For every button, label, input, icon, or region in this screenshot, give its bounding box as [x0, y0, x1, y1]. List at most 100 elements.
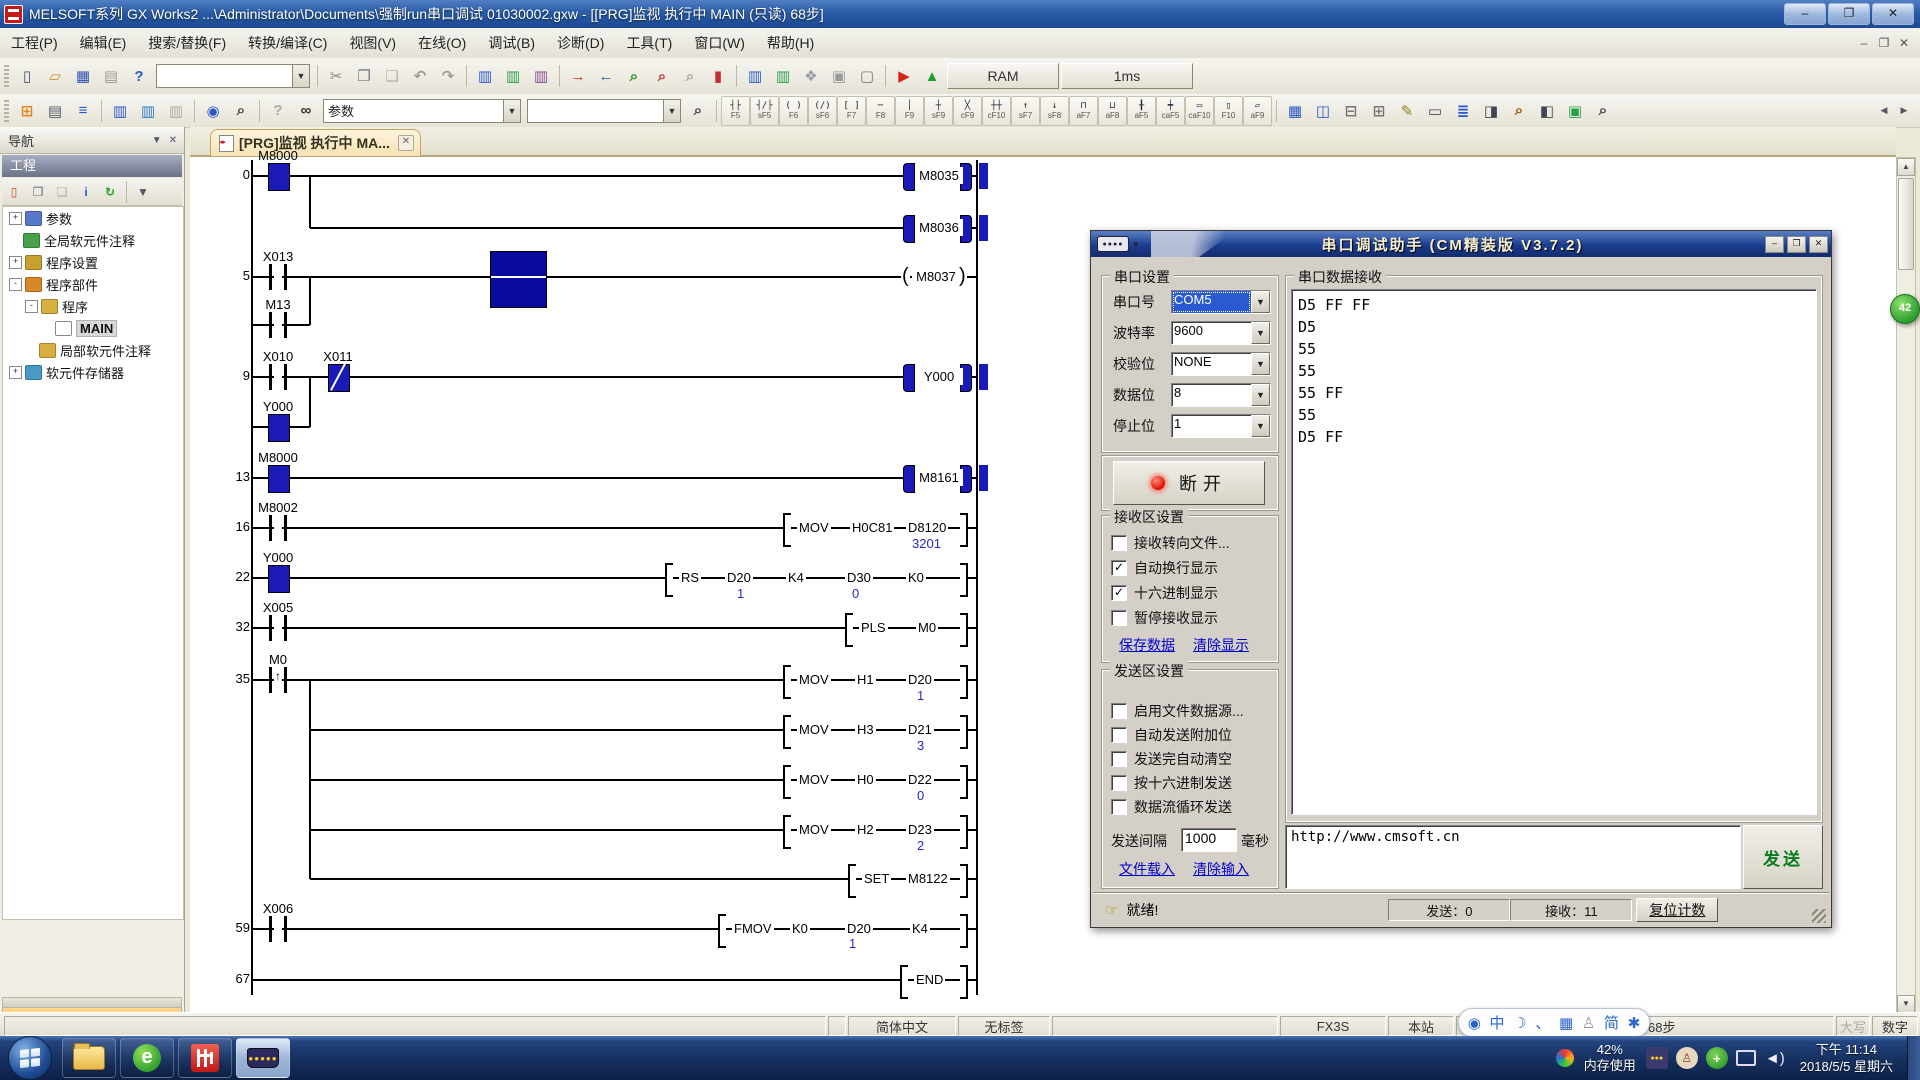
fkey-sF5-button[interactable]: ┤/├sF5 [750, 96, 779, 126]
tray-volume-icon[interactable]: ◄) [1764, 1047, 1786, 1069]
expand-icon[interactable]: + [9, 256, 22, 269]
screen-icon[interactable]: ▢ [854, 63, 880, 89]
new-project-icon[interactable]: ▯ [14, 63, 40, 89]
collapse-icon[interactable]: - [25, 300, 38, 313]
chevron-down-icon[interactable]: ▼ [1251, 353, 1270, 375]
send-input[interactable]: http://www.cmsoft.cn [1285, 825, 1741, 889]
device-search-icon[interactable]: ⌕ [228, 98, 254, 124]
collapse-icon[interactable]: - [9, 278, 22, 291]
tray-user-icon[interactable]: ♙ [1676, 1047, 1698, 1069]
checkbox-接收转向文件...[interactable]: 接收转向文件... [1111, 533, 1230, 553]
fkey-F7-button[interactable]: [ ]F7 [837, 96, 866, 126]
expand-icon[interactable]: + [9, 212, 22, 225]
menu-item-3[interactable]: 转换/编译(C) [237, 29, 338, 57]
chevron-down-icon[interactable]: ▼ [503, 100, 520, 122]
checkbox-数据流循环发送[interactable]: 数据流循环发送 [1111, 797, 1232, 817]
checkbox-icon[interactable] [1111, 610, 1127, 626]
edit-tool-icon-8[interactable]: ⌕ [1506, 98, 1532, 124]
menu-item-1[interactable]: 编辑(E) [69, 29, 138, 57]
quick-find-combo[interactable]: ▼ [156, 64, 310, 88]
resize-grip[interactable] [1812, 909, 1826, 923]
edit-tool-icon-7[interactable]: ◨ [1478, 98, 1504, 124]
serial-minimize-button[interactable]: ‒ [1765, 236, 1784, 253]
tab-close-icon[interactable]: ✕ [398, 135, 414, 151]
checkbox-自动换行显示[interactable]: ✓自动换行显示 [1111, 558, 1218, 578]
show-desktop-button[interactable] [1907, 1036, 1920, 1080]
edit-tool-icon-5[interactable]: ▭ [1422, 98, 1448, 124]
monitor-block-icon[interactable]: ▮ [705, 63, 731, 89]
checkbox-checked-icon[interactable]: ✓ [1111, 585, 1127, 601]
reset-count-button[interactable]: 复位计数 [1636, 898, 1718, 922]
fkey-cF10-button[interactable]: ┼┼cF10 [982, 96, 1011, 126]
edit-tool-icon-11[interactable]: ⌕ [1590, 98, 1616, 124]
checkbox-启用文件数据源...[interactable]: 启用文件数据源... [1111, 701, 1244, 721]
restore-button[interactable]: ❐ [1828, 3, 1870, 25]
device-display-icon[interactable]: ◉ [200, 98, 226, 124]
write-to-plc-icon[interactable]: → [565, 63, 591, 89]
checkbox-icon[interactable] [1111, 775, 1127, 791]
link-load-file[interactable]: 文件载入 [1119, 859, 1175, 879]
document-tab[interactable]: [PRG]监视 执行中 MA... ✕ [210, 129, 421, 156]
chevron-down-icon[interactable]: ▼ [1251, 291, 1270, 313]
serial-debug-window[interactable]: ●●●● ▼ 串口调试助手 (CM精装版 V3.7.2) ‒❐✕ 串口设置串口号… [1090, 230, 1832, 928]
monitor-stop-icon[interactable]: ⌕ [649, 63, 675, 89]
tree-item-软元件存储器[interactable]: +软元件存储器 [3, 361, 183, 383]
window-tile-icon[interactable]: ▣ [826, 63, 852, 89]
combo-数据位[interactable]: 8▼ [1171, 383, 1271, 407]
edit-tool-icon-9[interactable]: ◧ [1534, 98, 1560, 124]
send-button[interactable]: 发送 [1743, 825, 1823, 889]
ime-punct-icon[interactable]: 、 [1535, 1012, 1550, 1033]
fkey-cF9-button[interactable]: ╳cF9 [953, 96, 982, 126]
tree-item-程序设置[interactable]: +程序设置 [3, 251, 183, 273]
fkey-sF9-button[interactable]: ┼sF9 [924, 96, 953, 126]
nav-pin-icon[interactable]: ▼ [152, 135, 162, 146]
paste-icon[interactable]: ❏ [379, 63, 405, 89]
tree-item-全局软元件注释[interactable]: 全局软元件注释 [3, 229, 183, 251]
cross-reference-icon[interactable]: ∞ [293, 98, 319, 124]
edit-tool-icon-10[interactable]: ▣ [1562, 98, 1588, 124]
ime-user-icon[interactable]: ♙ [1582, 1014, 1595, 1032]
ime-half-moon-icon[interactable]: ☽ [1513, 1014, 1526, 1032]
dev-find-icon[interactable]: ▥ [107, 98, 133, 124]
tree-item-MAIN[interactable]: MAIN [3, 317, 183, 339]
ladder-scrollbar[interactable]: ▲ ▼ [1896, 157, 1916, 1014]
tree-item-程序[interactable]: -程序 [3, 295, 183, 317]
ime-mode-cn[interactable]: 中 [1489, 1012, 1504, 1033]
start-button[interactable] [8, 1036, 52, 1080]
read-from-plc-icon[interactable]: ← [593, 63, 619, 89]
mdi-restore-button[interactable]: ❐ [1874, 36, 1894, 50]
menu-item-6[interactable]: 调试(B) [477, 29, 546, 57]
undo-icon[interactable]: ↶ [407, 63, 433, 89]
taskbar-gxworks2-button[interactable] [178, 1038, 232, 1078]
fkey-sF6-button[interactable]: (/)sF6 [808, 96, 837, 126]
ok-status-icon[interactable]: ▲ [919, 63, 945, 89]
mdi-close-button[interactable]: ✕ [1894, 36, 1914, 50]
combo-波特率[interactable]: 9600▼ [1171, 321, 1271, 345]
checkbox-按十六进制发送[interactable]: 按十六进制发送 [1111, 773, 1232, 793]
checkbox-icon[interactable] [1111, 751, 1127, 767]
help-icon[interactable]: ? [126, 63, 152, 89]
fkey-aF9-button[interactable]: ▱aF9 [1243, 96, 1272, 126]
monitor-pause-icon[interactable]: ⌕ [677, 63, 703, 89]
edit-tool-icon-4[interactable]: ✎ [1394, 98, 1420, 124]
fkey-F10-button[interactable]: ▯F10 [1214, 96, 1243, 126]
list-view-icon[interactable]: ≡ [70, 98, 96, 124]
device-memory-icon[interactable]: ▥ [500, 63, 526, 89]
fkey-sF7-button[interactable]: ↑sF7 [1011, 96, 1040, 126]
menu-item-8[interactable]: 工具(T) [615, 29, 683, 57]
taskbar-explorer-button[interactable] [62, 1038, 116, 1078]
nav-filter-icon[interactable]: ▼ [132, 181, 154, 203]
ime-logo-icon[interactable]: ◉ [1468, 1014, 1481, 1032]
taskbar-browser-button[interactable]: e [120, 1038, 174, 1078]
fkey-aF7-button[interactable]: ⊓aF7 [1069, 96, 1098, 126]
combo-串口号[interactable]: COM5▼ [1171, 290, 1271, 314]
device-register-icon[interactable]: ▥ [770, 63, 796, 89]
ime-toolbar[interactable]: ◉中☽、▦♙简✱ [1458, 1008, 1650, 1037]
nav-copy-icon[interactable]: ❐ [27, 181, 49, 203]
fkey-sF8-button[interactable]: ↓sF8 [1040, 96, 1069, 126]
window-list-combo[interactable]: 参数▼ [323, 99, 521, 123]
serial-titlebar[interactable]: ●●●● ▼ 串口调试助手 (CM精装版 V3.7.2) ‒❐✕ [1091, 231, 1831, 257]
checkbox-暂停接收显示[interactable]: 暂停接收显示 [1111, 608, 1218, 628]
device-batch-monitor-icon[interactable]: ▥ [742, 63, 768, 89]
checkbox-icon[interactable] [1111, 727, 1127, 743]
